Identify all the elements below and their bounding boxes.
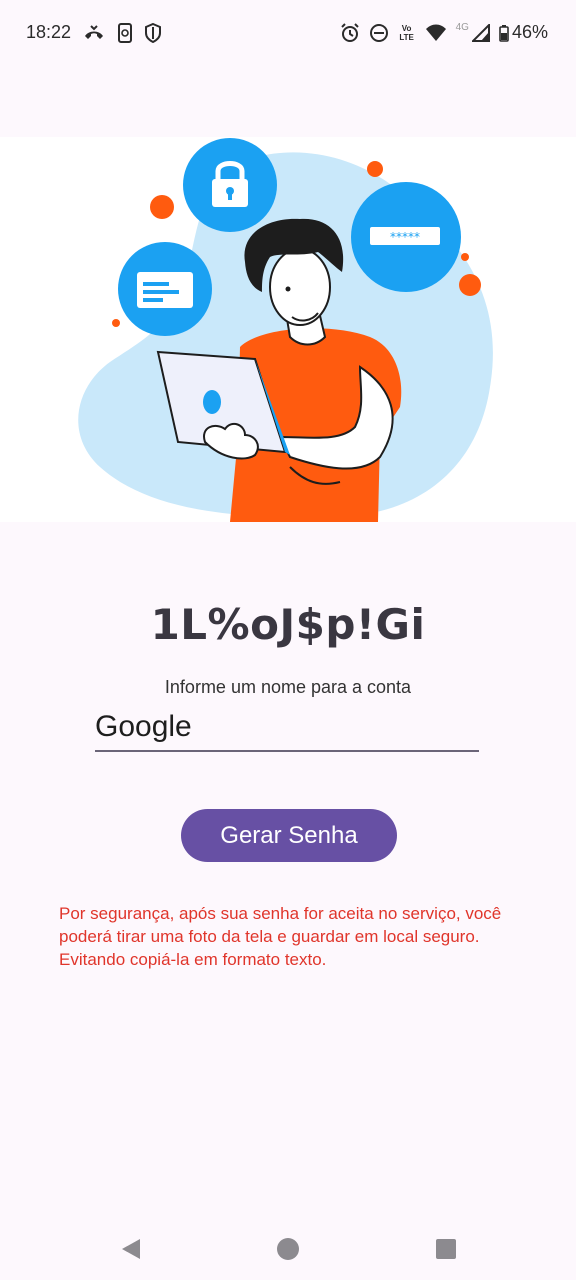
- alarm-icon: [340, 22, 360, 43]
- hero-illustration: *****: [0, 137, 576, 522]
- svg-text:*****: *****: [390, 230, 420, 244]
- recents-icon[interactable]: [434, 1237, 458, 1261]
- dot: [461, 253, 469, 261]
- volte-icon: Vo LTE: [399, 23, 414, 42]
- missed-call-icon: [83, 24, 105, 42]
- wifi-icon: [425, 24, 447, 42]
- shield-icon: [145, 22, 162, 43]
- network-type: 4G: [455, 22, 469, 33]
- account-name-input[interactable]: [95, 704, 479, 744]
- lock-icon: [183, 138, 277, 232]
- navigation-bar: [0, 1215, 576, 1280]
- back-icon[interactable]: [119, 1237, 143, 1261]
- dot: [459, 274, 481, 296]
- password-field-icon: *****: [351, 182, 461, 292]
- account-name-field[interactable]: [95, 704, 479, 752]
- security-warning: Por segurança, após sua senha for aceita…: [59, 904, 502, 969]
- battery-percent: 46%: [511, 22, 548, 42]
- signal-icon: [471, 23, 490, 42]
- account-name-label: Informe um nome para a conta: [164, 677, 412, 697]
- generate-password-button[interactable]: Gerar Senha: [181, 809, 397, 862]
- status-time: 18:22: [26, 22, 72, 42]
- credit-card-icon: [118, 242, 212, 336]
- generated-password: 1L%oJ$p!Gi: [150, 600, 426, 649]
- do-not-disturb-icon: [369, 23, 389, 43]
- dot: [150, 195, 174, 219]
- dot: [367, 161, 383, 177]
- status-bar: 18:22 Vo LTE 4G 46%: [0, 0, 576, 68]
- battery-icon: [499, 24, 509, 42]
- phone-sync-icon: [117, 22, 133, 43]
- dot: [112, 319, 120, 327]
- home-icon[interactable]: [276, 1237, 300, 1261]
